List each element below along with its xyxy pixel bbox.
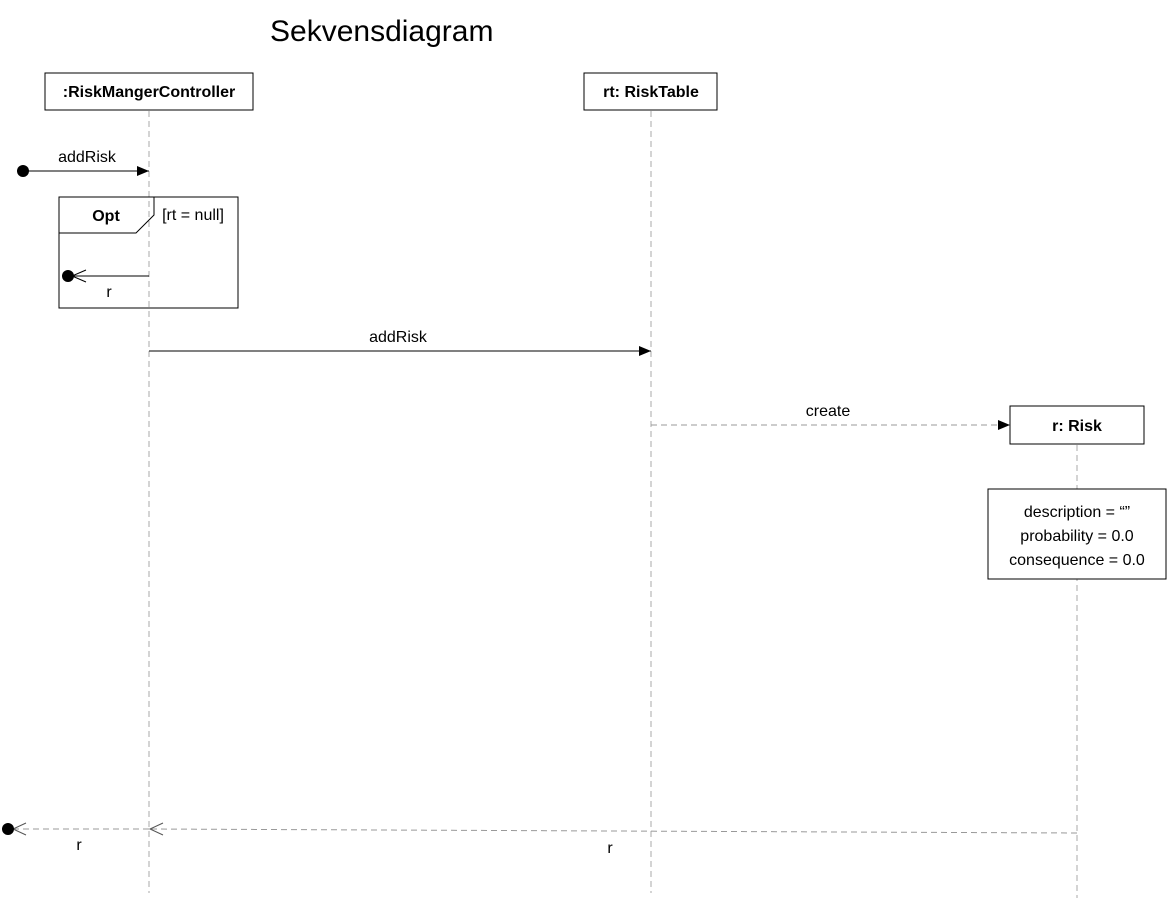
create-risk-label: create	[806, 403, 851, 420]
risk-state-box: description = “” probability = 0.0 conse…	[987, 488, 1167, 580]
controller-label: :RiskMangerController	[63, 84, 235, 101]
risk-state-consequence: consequence = 0.0	[1009, 552, 1145, 569]
risk-state-probability: probability = 0.0	[1020, 528, 1134, 545]
lifeline-controller: :RiskMangerController	[44, 72, 254, 893]
risk-label: r: Risk	[1052, 418, 1102, 435]
lost-message-dot	[62, 270, 74, 282]
found-add-risk-label: addRisk	[58, 149, 117, 166]
message-final-return[interactable]: r	[2, 822, 149, 854]
add-risk-to-table-label: addRisk	[369, 329, 428, 346]
risk-table-label: rt: RiskTable	[603, 84, 699, 101]
opt-guard-label: [rt = null]	[162, 207, 224, 224]
final-return-label: r	[76, 837, 82, 854]
sequence-diagram-canvas: Sekvensdiagram :RiskMangerController rt:…	[2, 15, 1167, 898]
message-create-risk[interactable]: create	[651, 403, 1010, 430]
lifeline-risk-table: rt: RiskTable	[583, 72, 718, 893]
opt-return-label: r	[106, 284, 112, 301]
diagram-title: Sekvensdiagram	[270, 15, 493, 48]
final-lost-message-dot	[2, 823, 14, 835]
risk-state-description: description = “”	[1024, 504, 1130, 521]
return-from-risk-label: r	[607, 840, 613, 857]
message-opt-return[interactable]: r	[62, 269, 149, 301]
message-found-add-risk[interactable]: addRisk	[17, 149, 149, 177]
message-add-risk-to-table[interactable]: addRisk	[149, 329, 651, 356]
message-return-from-risk[interactable]: r	[148, 822, 1078, 857]
opt-operator-label: Opt	[92, 208, 120, 225]
lifeline-risk: r: Risk	[1009, 405, 1145, 898]
